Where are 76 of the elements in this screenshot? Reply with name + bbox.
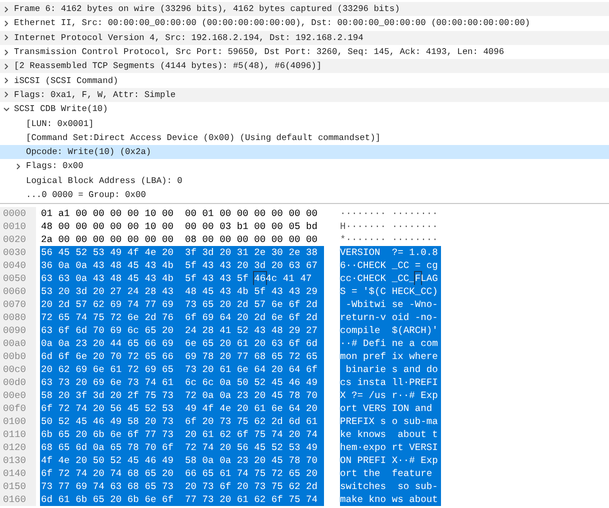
offset-label: 00a0 — [0, 337, 36, 350]
hex-bytes[interactable]: 6b 65 20 6b 6e 6f 77 73 20 61 62 6f 75 74 20 74 — [40, 428, 324, 441]
ascii-text[interactable]: ort VERS ION and — [340, 402, 441, 415]
hex-bytes[interactable]: 01 a1 00 00 00 00 10 00 00 01 00 00 00 00 00 00 — [40, 207, 324, 220]
offset-label: 0070 — [0, 298, 36, 311]
ascii-text[interactable]: cs insta ll·PREFI — [340, 376, 441, 389]
offset-label: 0090 — [0, 324, 36, 337]
hex-bytes[interactable]: 63 73 20 69 6e 73 74 61 6c 6c 0a 50 52 45 46 49 — [40, 376, 324, 389]
hex-bytes[interactable]: 20 62 69 6e 61 72 69 65 73 20 61 6e 64 20 64 6f — [40, 363, 324, 376]
ascii-text[interactable]: make kno ws about — [340, 493, 441, 506]
ascii-text[interactable]: mon pref ix where — [340, 350, 441, 363]
ascii-text[interactable]: H······· ········ — [340, 220, 441, 233]
hex-bytes[interactable]: 36 0a 0a 43 48 45 43 4b 5f 43 43 20 3d 20 63 67 — [40, 259, 324, 272]
ascii-text[interactable]: binarie s and do — [340, 363, 441, 376]
tree-item[interactable]: [2 Reassembled TCP Segments (4144 bytes): #5(48), #6(4096)] — [0, 59, 609, 74]
offset-label: 00d0 — [0, 376, 36, 389]
hex-bytes[interactable]: 56 45 52 53 49 4f 4e 20 3f 3d 20 31 2e 30 2e 38 — [40, 246, 324, 259]
offset-label: 0120 — [0, 441, 36, 454]
ascii-text[interactable]: compile $(ARCH)' — [340, 324, 441, 337]
hex-bytes[interactable]: 68 65 6d 0a 65 78 70 6f 72 74 20 56 45 52 53 49 — [40, 441, 324, 454]
offset-label: 0000 — [0, 207, 36, 220]
ascii-text[interactable]: ········ ········ — [340, 207, 441, 220]
ascii-text[interactable]: X ?= /us r··# Exp — [340, 389, 441, 402]
offset-label: 0130 — [0, 454, 36, 467]
offset-label: 0150 — [0, 480, 36, 493]
offset-label: 0050 — [0, 272, 36, 285]
hex-bytes[interactable]: 20 2d 57 62 69 74 77 69 73 65 20 2d 57 6e 6f 2d — [40, 298, 324, 311]
hex-bytes[interactable]: 0a 0a 23 20 44 65 66 69 6e 65 20 61 20 63 6f 6d — [40, 337, 324, 350]
chevron-down-icon[interactable] — [3, 106, 10, 113]
tree-item[interactable]: Frame 6: 4162 bytes on wire (33296 bits), 4162 bytes captured (33296 bits) — [0, 2, 609, 16]
ascii-text[interactable]: VERSION ?= 1.0.8 — [340, 246, 441, 259]
offset-label: 0140 — [0, 467, 36, 480]
offset-label: 0040 — [0, 259, 36, 272]
hex-bytes[interactable]: 6d 61 6b 65 20 6b 6e 6f 77 73 20 61 62 6f 75 74 — [40, 493, 324, 506]
offset-label: 0010 — [0, 220, 36, 233]
offset-label: 0100 — [0, 415, 36, 428]
ascii-text[interactable]: ort the feature — [340, 467, 441, 480]
offset-label: 00f0 — [0, 402, 36, 415]
hex-bytes[interactable]: 2a 00 00 00 00 00 00 00 08 00 00 00 00 00 00 00 — [40, 233, 324, 246]
ascii-text[interactable]: return-v oid -no- — [340, 311, 441, 324]
ascii-text[interactable]: *······· ········ — [340, 233, 441, 246]
hex-bytes[interactable]: 48 00 00 00 00 00 10 00 00 00 03 b1 00 00 05 bd — [40, 220, 324, 233]
offset-label: 0160 — [0, 493, 36, 506]
tree-item[interactable]: Internet Protocol Version 4, Src: 192.168.2.194, Dst: 192.168.2.194 — [0, 30, 609, 45]
offset-label: 0060 — [0, 285, 36, 298]
chevron-right-icon[interactable] — [15, 162, 22, 170]
offset-label: 00c0 — [0, 363, 36, 376]
hex-bytes[interactable]: 72 65 74 75 72 6e 2d 76 6f 69 64 20 2d 6e 6f 2d — [40, 311, 324, 324]
hex-bytes[interactable]: 6f 72 74 20 56 45 52 53 49 4f 4e 20 61 6e 64 20 — [40, 402, 324, 415]
hex-bytes[interactable]: 63 63 0a 43 48 45 43 4b 5f 43 43 5f 464c 41 47 — [40, 272, 324, 285]
ascii-text[interactable]: -Wbitwi se -Wno- — [340, 298, 441, 311]
ascii-text[interactable]: switches so sub- — [340, 480, 441, 493]
offset-label: 0110 — [0, 428, 36, 441]
offset-label: 0030 — [0, 246, 36, 259]
ascii-text[interactable]: S = '$(C HECK_CC) — [340, 285, 441, 298]
offset-label: 00e0 — [0, 389, 36, 402]
hex-bytes[interactable]: 6d 6f 6e 20 70 72 65 66 69 78 20 77 68 65 72 65 — [40, 350, 324, 363]
hex-bytes[interactable]: 58 20 3f 3d 20 2f 75 73 72 0a 0a 23 20 45 78 70 — [40, 389, 324, 402]
tree-item[interactable]: Opcode: Write(10) (0x2a) — [0, 144, 609, 160]
offset-label: 0080 — [0, 311, 36, 324]
ascii-text[interactable]: hem·expo rt VERSI — [340, 441, 441, 454]
hex-bytes[interactable]: 4f 4e 20 50 52 45 46 49 58 0a 0a 23 20 45 78 70 — [40, 454, 324, 467]
ascii-text[interactable]: ··# Defi ne a com — [340, 337, 441, 350]
offset-label: 00b0 — [0, 350, 36, 363]
hex-bytes[interactable]: 73 77 69 74 63 68 65 73 20 73 6f 20 73 75 62 2d — [40, 480, 324, 493]
hex-bytes[interactable]: 6f 72 74 20 74 68 65 20 66 65 61 74 75 72 65 20 — [40, 467, 324, 480]
ascii-text[interactable]: 6··CHECK _CC = cg — [340, 259, 441, 272]
ascii-text[interactable]: cc·CHECK _CC_FLAG — [340, 272, 441, 285]
hex-bytes[interactable]: 63 6f 6d 70 69 6c 65 20 24 28 41 52 43 48 29 27 — [40, 324, 324, 337]
ascii-text[interactable]: ke knows about t — [340, 428, 441, 441]
offset-label: 0020 — [0, 233, 36, 246]
ascii-text[interactable]: ON PREFI X··# Exp — [340, 454, 441, 467]
tree-item[interactable]: Flags: 0xa1, F, W, Attr: Simple — [0, 88, 609, 102]
hex-bytes[interactable]: 50 52 45 46 49 58 20 73 6f 20 73 75 62 2d 6d 61 — [40, 415, 324, 428]
ascii-text[interactable]: PREFIX s o sub-ma — [340, 415, 441, 428]
hex-bytes[interactable]: 53 20 3d 20 27 24 28 43 48 45 43 4b 5f 43 43 29 — [40, 285, 324, 298]
